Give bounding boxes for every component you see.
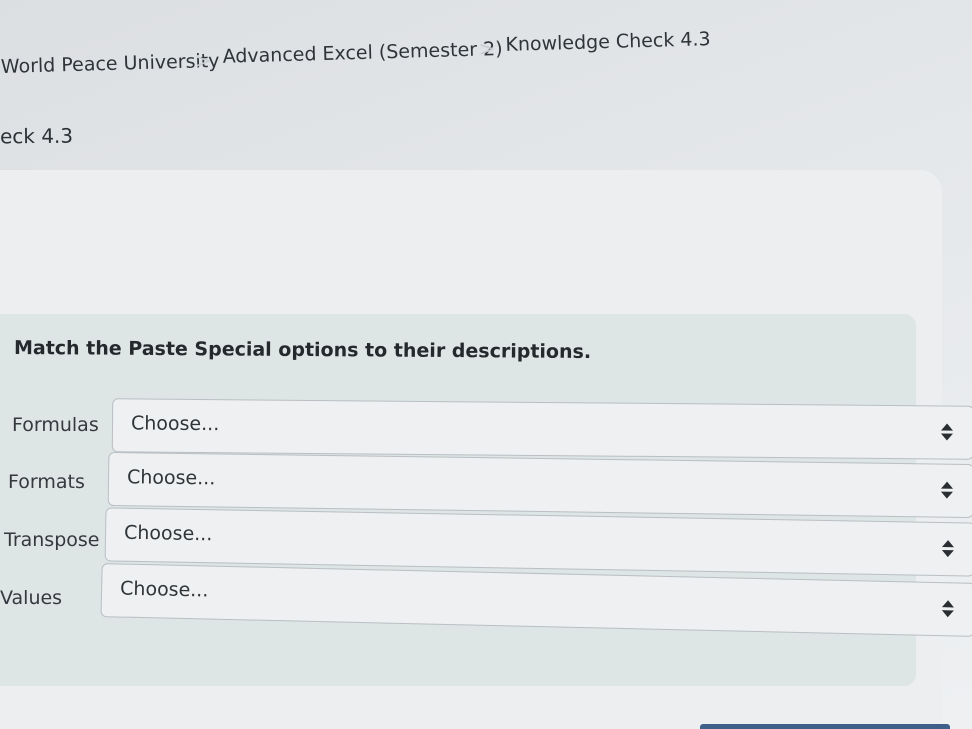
breadcrumb-link-university[interactable]: World Peace University <box>1 50 220 78</box>
select-value: Choose... <box>119 577 209 602</box>
breadcrumb-link-course[interactable]: Advanced Excel (Semester 2) <box>222 38 503 68</box>
select-value: Choose... <box>123 521 213 546</box>
match-label-values: Values <box>0 587 63 609</box>
breadcrumb: World Peace University > Advanced Excel … <box>0 15 761 80</box>
select-value: Choose... <box>126 466 216 490</box>
match-label-formulas: Formulas <box>12 414 99 436</box>
question-prompt: Match the Paste Special options to their… <box>13 336 592 364</box>
breadcrumb-current: Knowledge Check 4.3 <box>505 28 711 56</box>
match-label-formats: Formats <box>8 471 85 493</box>
chevron-right-icon: > <box>478 36 496 61</box>
match-select-formulas[interactable]: Choose... <box>111 398 972 460</box>
updown-arrows-icon <box>941 599 955 621</box>
match-label-transpose: Transpose <box>4 529 100 551</box>
chevron-right-icon: > <box>194 48 212 73</box>
updown-arrows-icon <box>941 539 955 561</box>
updown-arrows-icon <box>940 481 954 503</box>
bottom-button-edge[interactable] <box>700 724 950 729</box>
updown-arrows-icon <box>940 422 954 444</box>
page-title: eck 4.3 <box>0 123 74 149</box>
select-value: Choose... <box>130 412 220 436</box>
